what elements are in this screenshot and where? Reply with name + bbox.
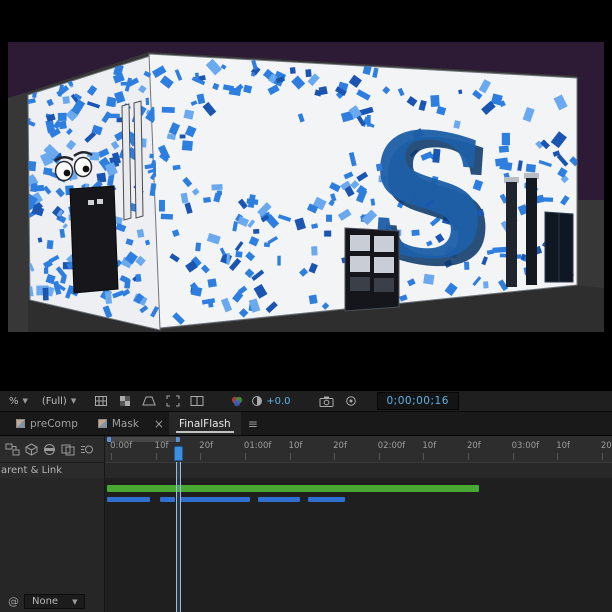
layer-segment-bar[interactable]: [159, 497, 175, 502]
timeline-tracks: @ None ▼: [0, 478, 612, 612]
parent-link-label: arent & Link: [1, 465, 63, 476]
resolution-value: (Full): [41, 395, 67, 407]
ruler-tick: 0:00f: [110, 441, 133, 460]
parent-none-value: None: [32, 596, 59, 607]
composition-icon: [16, 419, 25, 428]
layer-segment-bar[interactable]: [106, 497, 151, 502]
snapshot-camera-icon[interactable]: [317, 393, 337, 409]
ruler-tick: 10f: [288, 441, 303, 460]
layer-segment-bar[interactable]: [258, 497, 301, 502]
show-snapshot-icon[interactable]: [341, 393, 361, 409]
resolution-select[interactable]: (Full) ▼: [37, 394, 81, 409]
chevron-down-icon: ▼: [70, 397, 77, 405]
region-of-interest-icon[interactable]: [163, 393, 183, 409]
tab-precomp[interactable]: preComp: [6, 412, 88, 435]
parent-none-select[interactable]: None ▼: [24, 594, 86, 609]
magnification-value: %: [9, 395, 19, 407]
layer-segment-bar[interactable]: [307, 497, 345, 502]
comp-mini-flowchart-icon[interactable]: [5, 443, 20, 456]
ruler-tick: 01:00f: [243, 441, 272, 460]
timeline-header: 0:00f 10f 20f 01:00f 10f 20f 02:00f 10f 20f 03:00…: [0, 436, 612, 462]
ruler-tick: 10f: [556, 441, 571, 460]
ruler-tick: 03:00f: [511, 441, 540, 460]
chevron-down-icon: ▼: [22, 397, 28, 405]
timeline-tab-bar: preComp Mask × FinalFlash ≡: [0, 412, 612, 436]
front-door: [344, 227, 400, 312]
ruler-tick: 20f: [333, 441, 347, 460]
tab-label: preComp: [30, 417, 78, 430]
tab-mask[interactable]: Mask: [88, 412, 149, 435]
right-door: [544, 211, 574, 283]
transparency-grid-icon[interactable]: [115, 393, 135, 409]
exposure-value: +0.0: [266, 395, 291, 407]
ruler-tick: 20f: [199, 441, 214, 460]
after-effects-window: S S % ▼ (Full) ▼ +0.0 0;00;00;16 preComp…: [0, 0, 612, 612]
mask-visibility-icon[interactable]: [139, 393, 159, 409]
grid-options-icon[interactable]: [91, 393, 111, 409]
pick-whip-icon[interactable]: @: [8, 595, 19, 608]
draft-3d-icon[interactable]: [25, 442, 38, 456]
composition-viewer-panel: S S: [0, 0, 612, 390]
tab-label: FinalFlash: [178, 417, 231, 430]
timecode-display[interactable]: 0;00;00;16: [376, 392, 459, 410]
track-area[interactable]: [105, 478, 612, 612]
layer-duration-bar[interactable]: [106, 485, 480, 492]
view-layout-icon[interactable]: [187, 393, 207, 409]
tab-label: Mask: [111, 417, 139, 430]
composition-canvas: S S: [8, 42, 604, 332]
panel-menu-icon[interactable]: ≡: [241, 412, 265, 435]
exposure-icon: [252, 396, 263, 406]
viewer-toolbar: % ▼ (Full) ▼ +0.0 0;00;00;16: [0, 390, 612, 412]
ruler-tick: 20f: [466, 441, 481, 460]
left-wall-window: [133, 100, 144, 219]
left-wall-door: [69, 185, 119, 294]
tab-close-button[interactable]: ×: [149, 412, 169, 435]
frame-blending-icon[interactable]: [61, 443, 75, 456]
ruler-tick: 10f: [154, 441, 169, 460]
playhead-line: [176, 462, 181, 612]
timeline-toolbar: [0, 436, 105, 462]
timeline-panel: 0:00f 10f 20f 01:00f 10f 20f 02:00f 10f 20f 03:00…: [0, 436, 612, 612]
magnification-select[interactable]: % ▼: [4, 394, 33, 409]
motion-blur-icon[interactable]: [80, 443, 94, 456]
playhead-handle[interactable]: [174, 446, 183, 461]
hide-shy-layers-icon[interactable]: [43, 443, 56, 456]
ruler-tick: 02:00f: [377, 441, 406, 460]
tab-finalflash[interactable]: FinalFlash: [168, 412, 241, 435]
parent-link-cell: @ None ▼: [8, 594, 86, 609]
timeline-column-headers: arent & Link: [0, 462, 612, 478]
ruler-tick: 10f: [422, 441, 437, 460]
layer-segment-bar[interactable]: [180, 497, 250, 502]
show-channel-icon[interactable]: [227, 393, 247, 409]
column-header-spacer: [105, 462, 612, 478]
parent-link-column-header[interactable]: arent & Link: [0, 462, 105, 478]
composition-icon: [97, 419, 107, 428]
adjust-exposure-control[interactable]: +0.0: [251, 395, 291, 407]
left-wall-window: [121, 103, 132, 221]
chevron-down-icon: ▼: [72, 597, 78, 606]
layer-list-panel: @ None ▼: [0, 478, 105, 612]
ruler-tick: 20f: [601, 441, 612, 460]
